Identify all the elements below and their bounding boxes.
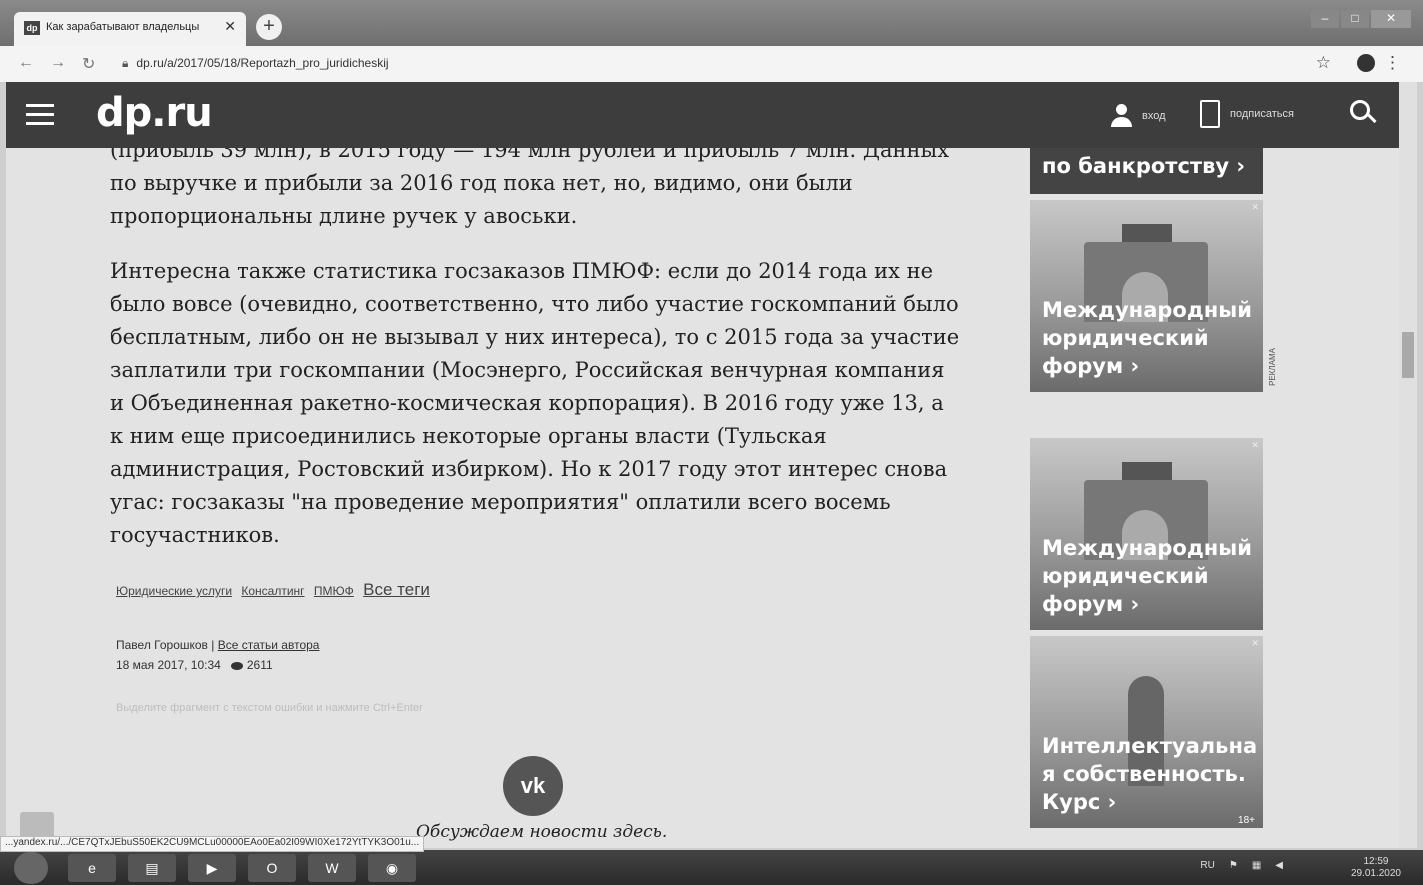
- ad-caption-line: Интеллектуальна: [1042, 734, 1258, 758]
- ie-icon[interactable]: e: [68, 854, 116, 882]
- word-icon[interactable]: W: [308, 854, 356, 882]
- ad-caption-line: Международный: [1042, 298, 1252, 322]
- article-paragraph: Интересна также статистика госзаказов ПМ…: [110, 259, 960, 547]
- window-controls: – □ ✕: [1311, 10, 1411, 28]
- clock-date: 29.01.2020: [1350, 868, 1401, 879]
- clock[interactable]: 12:59 29.01.2020: [1351, 856, 1401, 880]
- ad-caption: Международный юридический форум ›: [1042, 534, 1252, 618]
- tag-link[interactable]: ПМЮФ: [314, 584, 354, 598]
- browser-tabbar: dp Как зарабатывают владельцы ✕ + – □ ✕: [0, 0, 1423, 46]
- chrome-icon[interactable]: ◉: [368, 854, 416, 882]
- bookmark-star-icon[interactable]: ☆: [1316, 53, 1331, 73]
- media-player-icon[interactable]: ▶: [188, 854, 236, 882]
- site-favicon-icon: dp: [24, 21, 40, 35]
- start-button[interactable]: [14, 852, 48, 884]
- vk-logo-icon[interactable]: vk: [503, 756, 563, 816]
- reload-icon[interactable]: ↻: [82, 54, 95, 74]
- site-logo[interactable]: dp.ru: [96, 90, 213, 136]
- window-close-button[interactable]: ✕: [1371, 10, 1411, 28]
- views-count: 2611: [246, 658, 273, 672]
- tag-link[interactable]: Юридические услуги: [116, 584, 232, 598]
- system-tray: RU ⚑ ▦ ◀: [1200, 860, 1283, 871]
- address-bar: ← → ↻ 🔒︎ dp.ru/a/2017/05/18/Reportazh_pro…: [0, 46, 1423, 83]
- all-articles-link[interactable]: Все статьи автора: [218, 638, 320, 652]
- new-tab-button[interactable]: +: [256, 14, 282, 40]
- author-name: Павел Горошков: [116, 638, 208, 652]
- site-header: dp.ru вход подписаться: [6, 82, 1399, 148]
- ad-statue: [1122, 462, 1172, 482]
- ad-caption: Международный юридический форум ›: [1042, 296, 1252, 380]
- article-meta: 18 мая 2017, 10:34 2611: [116, 658, 273, 672]
- user-icon: [1110, 104, 1132, 128]
- ad-statue: [1122, 224, 1172, 244]
- ad-close-icon[interactable]: ✕: [1251, 638, 1259, 649]
- browser-tab[interactable]: dp Как зарабатывают владельцы ✕: [14, 12, 246, 46]
- tag-link[interactable]: Консалтинг: [241, 584, 304, 598]
- ad-caption-line: юридический: [1042, 326, 1209, 350]
- vk-caption[interactable]: Обсуждаем новости здесь.: [416, 822, 667, 842]
- ad-caption-line: Курс ›: [1042, 790, 1117, 814]
- flag-icon[interactable]: ⚑: [1229, 860, 1238, 871]
- tab-close-icon[interactable]: ✕: [224, 18, 236, 35]
- views-eye-icon: [230, 661, 243, 670]
- subscribe-link[interactable]: подписаться: [1200, 100, 1294, 128]
- maximize-button[interactable]: □: [1341, 10, 1369, 28]
- author-line: Павел Горошков | Все статьи автора: [116, 638, 320, 652]
- minimize-button[interactable]: –: [1311, 10, 1339, 28]
- tab-title: Как зарабатывают владельцы: [46, 21, 200, 33]
- ad-banner-ip-course[interactable]: ✕ Интеллектуальна я собственность. Курс …: [1030, 636, 1263, 828]
- page-content: (прибыль 39 млн), в 2015 году — 194 млн …: [6, 148, 1399, 848]
- login-link[interactable]: вход: [1110, 104, 1166, 128]
- ad-caption: Интеллектуальна я собственность. Курс ›: [1042, 732, 1257, 816]
- language-indicator[interactable]: RU: [1200, 860, 1214, 871]
- article-line: по выручке и прибыли за 2016 год пока не…: [110, 171, 853, 195]
- article-line: (прибыль 39 млн), в 2015 году — 194 млн …: [110, 148, 950, 162]
- back-arrow-icon[interactable]: ←: [18, 54, 34, 72]
- error-report-hint: Выделите фрагмент с текстом ошибки и наж…: [116, 702, 423, 714]
- forward-arrow-icon[interactable]: →: [50, 54, 66, 72]
- ad-side-label: РЕКЛАМА: [1268, 348, 1277, 386]
- ad-caption-line: я собственность.: [1042, 762, 1246, 786]
- status-bar-url: ...yandex.ru/.../CE7QTxJEbuS50EK2CU9MCLu…: [0, 836, 425, 852]
- clock-time: 12:59: [1363, 856, 1389, 867]
- scrollbar-thumb[interactable]: [1402, 332, 1414, 378]
- ad-caption-line: форум ›: [1042, 592, 1140, 616]
- ad-close-icon[interactable]: ✕: [1251, 202, 1259, 213]
- age-rating-badge: 18+: [1238, 815, 1255, 826]
- ad-caption-line: форум ›: [1042, 354, 1140, 378]
- outlook-icon[interactable]: O: [248, 854, 296, 882]
- ad-banner-forum[interactable]: ✕ Международный юридический форум ›: [1030, 200, 1263, 392]
- page-scrollbar[interactable]: [1399, 82, 1417, 848]
- ad-caption-line: юридический: [1042, 564, 1209, 588]
- network-icon[interactable]: ▦: [1252, 860, 1261, 871]
- login-label: вход: [1142, 110, 1166, 122]
- ad-banner-bankruptcy[interactable]: по банкротству ›: [1030, 148, 1263, 194]
- article-paragraph: (прибыль 39 млн), в 2015 году — 194 млн …: [110, 148, 960, 233]
- all-tags-link[interactable]: Все теги: [363, 580, 430, 599]
- ad-close-icon[interactable]: ✕: [1251, 440, 1259, 451]
- account-icon[interactable]: [1357, 54, 1375, 72]
- ad-banner-forum[interactable]: ✕ Международный юридический форум ›: [1030, 438, 1263, 630]
- ad-caption-line: Международный: [1042, 536, 1252, 560]
- explorer-icon[interactable]: ▤: [128, 854, 176, 882]
- subscribe-label: подписаться: [1230, 108, 1294, 120]
- search-icon[interactable]: [1350, 100, 1372, 122]
- menu-kebab-icon[interactable]: ⋮: [1384, 53, 1401, 73]
- tag-list: Юридические услуги Консалтинг ПМЮФ Все т…: [116, 580, 436, 600]
- url-text: dp.ru/a/2017/05/18/Reportazh_pro_juridic…: [136, 56, 389, 70]
- article-body: (прибыль 39 млн), в 2015 году — 194 млн …: [110, 148, 960, 574]
- document-icon: [1200, 100, 1220, 128]
- volume-icon[interactable]: ◀: [1275, 860, 1283, 871]
- lock-icon: 🔒︎: [122, 56, 129, 70]
- publish-date: 18 мая 2017, 10:34: [116, 658, 221, 672]
- article-line: пропорциональны длине ручек у авоськи.: [110, 204, 578, 228]
- url-field[interactable]: 🔒︎ dp.ru/a/2017/05/18/Reportazh_pro_jurid…: [122, 56, 389, 71]
- os-taskbar: e ▤ ▶ O W ◉ RU ⚑ ▦ ◀ 12:59 29.01.2020: [0, 850, 1423, 885]
- ad-caption: по банкротству ›: [1042, 154, 1246, 178]
- hamburger-menu-icon[interactable]: [26, 104, 54, 126]
